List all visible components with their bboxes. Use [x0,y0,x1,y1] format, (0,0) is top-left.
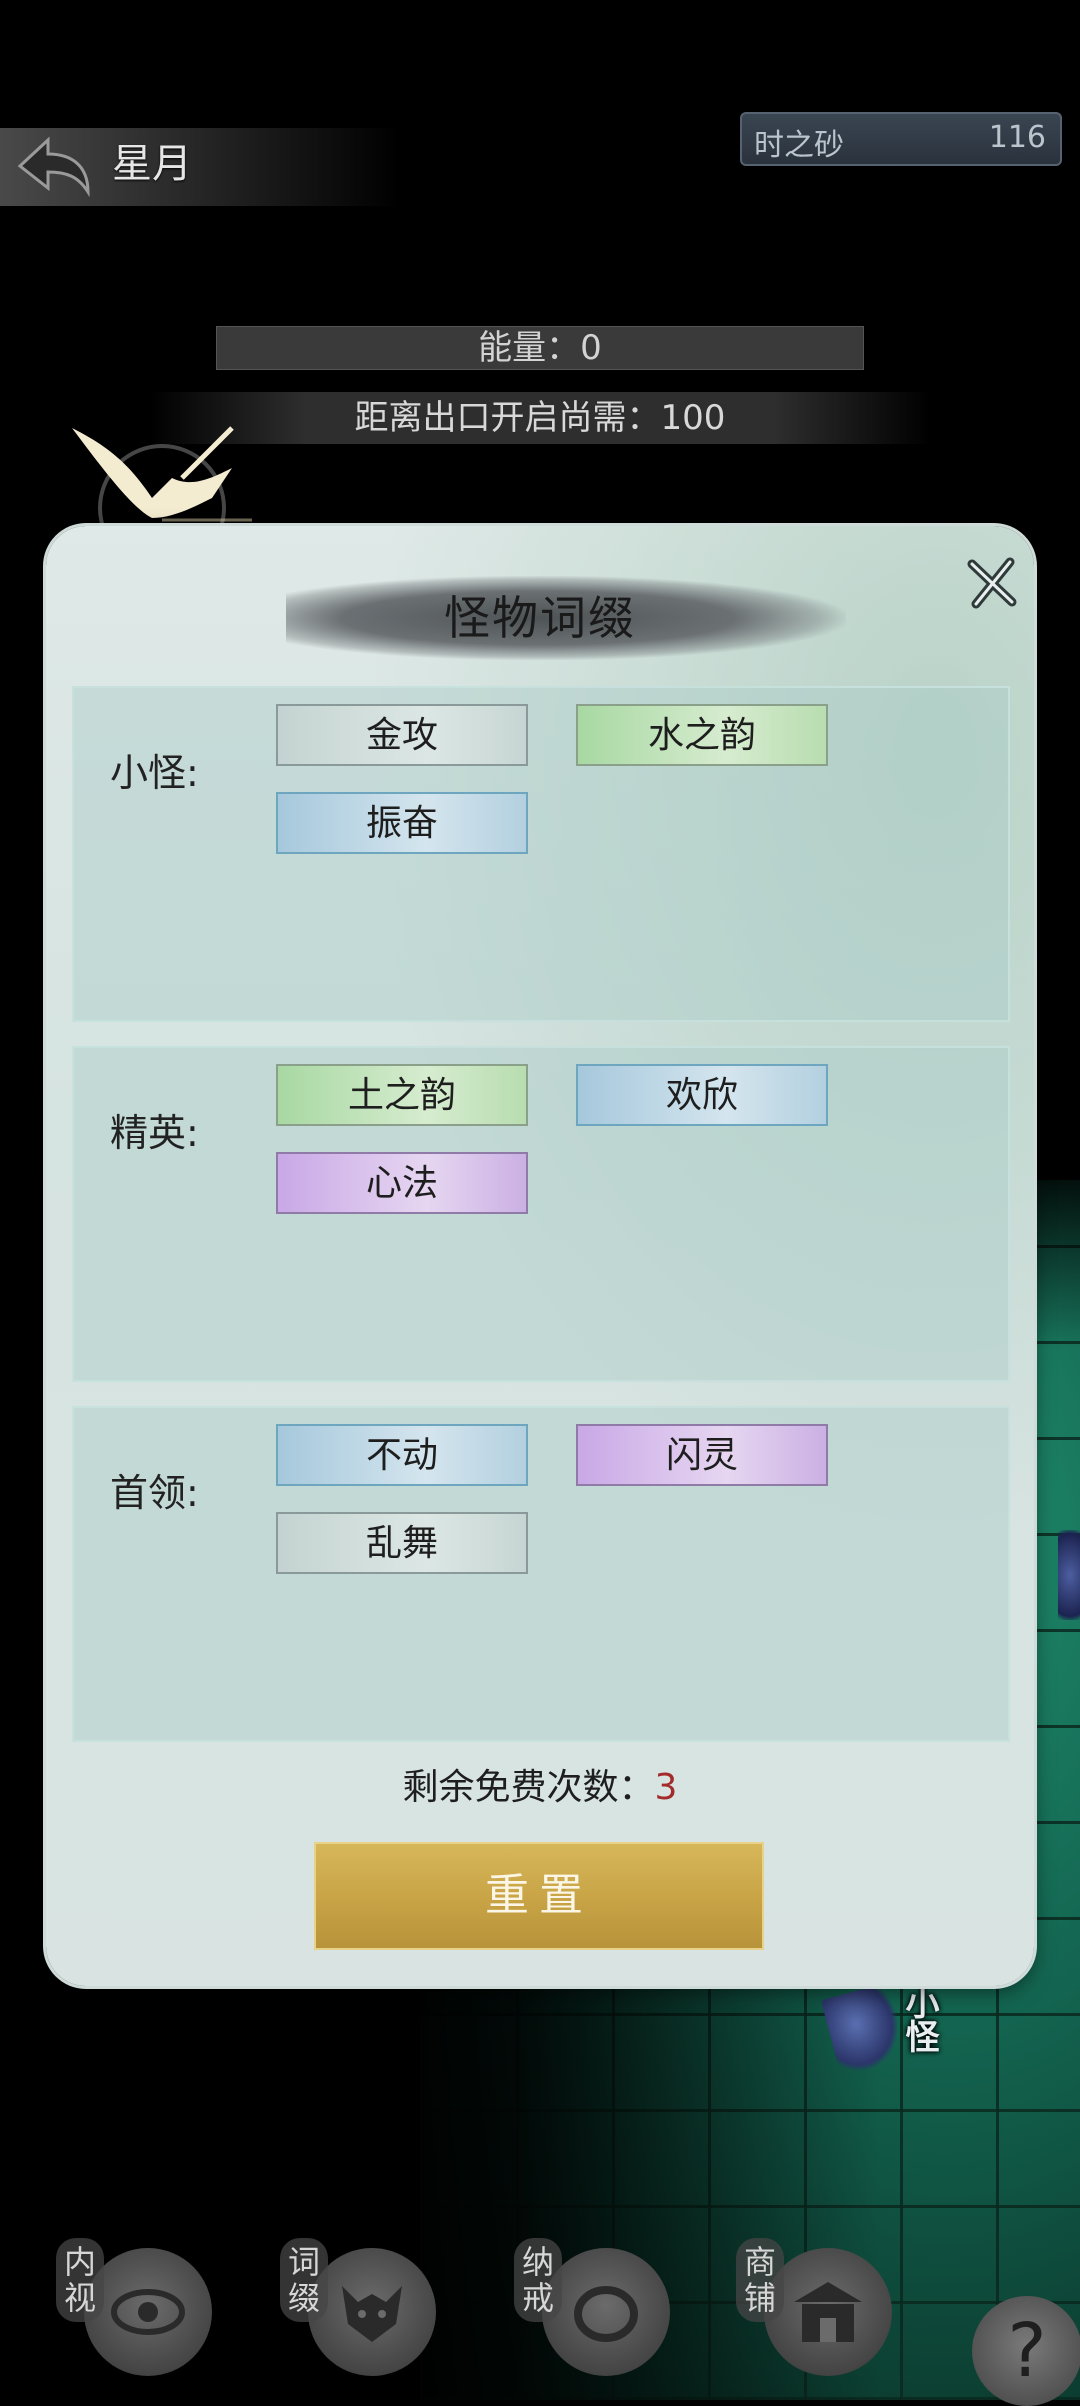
section-label: 首领: [110,1471,199,1515]
nav-shop[interactable]: 商铺 [700,2238,892,2388]
currency-name: 时之砂 [754,128,844,163]
back-button[interactable] [14,130,94,202]
nav-label: 词缀 [280,2238,328,2322]
ring-icon [574,2286,638,2342]
affix-tag[interactable]: 金攻 [276,704,528,766]
nav-label: 商铺 [736,2238,784,2322]
affix-tag[interactable]: 闪灵 [576,1424,828,1486]
monster-affix-dialog: 怪物词缀 小怪: 金攻 水之韵 振奋 精英: 土之韵 欢欣 心法 首领: 不动 … [46,526,1034,1986]
nav-affix[interactable]: 词缀 [244,2238,436,2388]
shop-icon [794,2282,862,2342]
nav-label: 内视 [56,2238,104,2322]
affix-tag[interactable]: 振奋 [276,792,528,854]
energy-bar: 能量：0 [216,326,864,370]
back-arrow-icon [17,136,90,198]
currency-display: 时之砂 116 [740,112,1062,166]
section-label: 精英: [110,1111,199,1155]
free-attempts-line: 剩余免费次数：3 [46,1758,1034,1810]
section-boss: 首领: 不动 闪灵 乱舞 [72,1406,1010,1742]
monster-tag: 小怪 [899,1985,939,2053]
help-button[interactable]: ? [972,2296,1080,2406]
affix-tag[interactable]: 乱舞 [276,1512,528,1574]
close-button[interactable] [962,552,1022,612]
page-title: 星月 [112,141,192,187]
section-label: 小怪: [110,751,199,795]
nav-ring-storage[interactable]: 纳戒 [478,2238,670,2388]
demon-mask-icon [342,2286,402,2342]
free-attempts-count: 3 [654,1767,678,1808]
exit-distance-bar: 距离出口开启尚需：100 [150,392,930,444]
affix-tag[interactable]: 心法 [276,1152,528,1214]
dialog-title: 怪物词缀 [444,591,636,645]
free-attempts-label: 剩余免费次数： [402,1767,655,1808]
nav-inner-view[interactable]: 内视 [20,2238,212,2388]
reset-button[interactable]: 重置 [314,1842,764,1950]
affix-tag[interactable]: 欢欣 [576,1064,828,1126]
affix-tag[interactable]: 土之韵 [276,1064,528,1126]
eye-icon [111,2289,185,2335]
affix-tag[interactable]: 不动 [276,1424,528,1486]
section-minion: 小怪: 金攻 水之韵 振奋 [72,686,1010,1022]
section-elite: 精英: 土之韵 欢欣 心法 [72,1046,1010,1382]
monster-sprite-edge [1058,1530,1080,1620]
currency-value: 116 [988,120,1046,155]
affix-tag[interactable]: 水之韵 [576,704,828,766]
nav-label: 纳戒 [514,2238,562,2322]
close-icon [967,557,1017,609]
